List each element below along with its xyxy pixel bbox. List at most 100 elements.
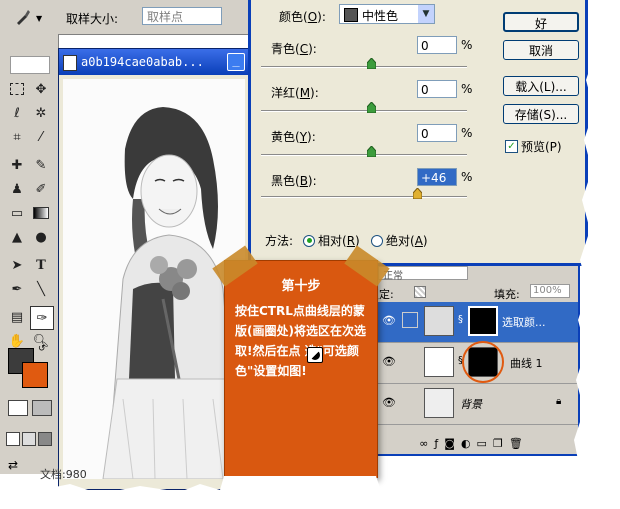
colors-label: 颜色(O): <box>279 10 326 24</box>
document-status: 文档:980 <box>40 468 87 481</box>
yellow-slider-thumb[interactable] <box>367 146 376 157</box>
layer-name: 背景 <box>460 398 482 411</box>
pen-tool-icon[interactable]: ✒ <box>6 278 28 300</box>
load-button[interactable]: 载入(L)... <box>503 76 579 96</box>
cyan-slider-track[interactable] <box>261 66 467 68</box>
eye-icon[interactable]: 👁︎ <box>382 396 396 409</box>
layer-row-curves[interactable]: 👁︎ § 曲线 1 <box>364 341 578 384</box>
new-group-icon[interactable]: ▭ <box>477 437 487 450</box>
black-percent: % <box>461 170 473 184</box>
cyan-value[interactable]: 0 <box>417 36 457 54</box>
ok-button[interactable]: 好 <box>503 12 579 32</box>
chevron-down-icon[interactable]: ▼ <box>418 5 434 23</box>
eraser-tool-icon[interactable]: ▭ <box>6 202 28 224</box>
magenta-slider-thumb[interactable] <box>367 102 376 113</box>
type-tool-icon[interactable]: T <box>30 254 52 276</box>
document-titlebar[interactable]: a0b194cae0abab... _ <box>59 49 249 75</box>
new-layer-icon[interactable]: ❐ <box>493 437 503 450</box>
method-label: 方法: <box>265 234 294 248</box>
layers-panel: 正常 锁定: 填充: 100% 👁︎ § 选取颜... 👁︎ § 曲线 1 👁︎… <box>362 264 580 456</box>
document-icon <box>63 55 77 71</box>
yellow-label: 黄色(Y): <box>271 130 316 144</box>
colors-select-value: 中性色 <box>362 9 399 23</box>
magenta-slider-track[interactable] <box>261 110 467 112</box>
black-value[interactable]: +46 <box>417 168 457 186</box>
chain-icon: § <box>458 314 463 325</box>
sample-size-select[interactable]: 取样点 <box>142 7 222 25</box>
standard-mode-icon[interactable] <box>8 400 28 416</box>
layer-name: 选取颜... <box>502 316 546 329</box>
black-slider-track[interactable] <box>261 196 467 198</box>
brush-tool-icon[interactable]: ✎ <box>30 154 52 176</box>
layer-style-icon[interactable]: ƒ <box>434 437 438 450</box>
slice-tool-icon[interactable]: ⁄ <box>30 126 52 148</box>
new-adjustment-icon[interactable]: ◐ <box>461 437 471 450</box>
fill-value[interactable]: 100% <box>530 284 570 298</box>
screen-mode-standard-icon[interactable] <box>6 432 20 446</box>
cyan-slider-thumb[interactable] <box>367 58 376 69</box>
screen-mode-full-menu-icon[interactable] <box>22 432 36 446</box>
relative-label: 相对(R) <box>318 234 360 248</box>
gradient-tool-icon[interactable] <box>30 202 52 224</box>
neutral-swatch <box>344 8 358 22</box>
layer-row-background[interactable]: 👁︎ 背景 🔒︎ <box>364 384 578 425</box>
eye-icon[interactable]: 👁︎ <box>382 314 396 327</box>
add-mask-icon[interactable]: ◙ <box>444 437 455 450</box>
magic-wand-tool-icon[interactable]: ✲ <box>30 102 52 124</box>
eyedropper-tool-icon[interactable]: ✑ <box>30 306 54 330</box>
preview-checkbox[interactable]: ✓ 预览(P) <box>505 138 562 155</box>
blur-tool-icon[interactable]: ▲ <box>6 226 28 248</box>
save-button[interactable]: 存储(S)... <box>503 104 579 124</box>
absolute-radio[interactable]: 绝对(A) <box>371 232 428 249</box>
move-tool-icon[interactable]: ✥ <box>30 78 52 100</box>
layers-footer: ∞ ƒ ◙ ◐ ▭ ❐ 🗑︎ <box>364 432 578 454</box>
options-bar: ▼ 取样大小: 取样点 <box>0 0 250 35</box>
yellow-percent: % <box>461 126 473 140</box>
radio-checked-icon <box>303 234 315 247</box>
colors-select[interactable]: 中性色 ▼ <box>339 4 435 24</box>
path-select-tool-icon[interactable]: ➤ <box>6 254 28 276</box>
annotation-body: 按住CTRL点曲线层的蒙版(画圈处)将选区在次选取!然后在点 选"可选颜色"设置… <box>235 304 366 378</box>
document-title: a0b194cae0abab... <box>81 55 204 69</box>
absolute-label: 绝对(A) <box>386 234 428 248</box>
dodge-tool-icon[interactable]: ● <box>30 226 52 248</box>
swap-colors-icon[interactable]: ↺ <box>38 344 46 354</box>
stamp-tool-icon[interactable]: ♟ <box>6 178 28 200</box>
magenta-value[interactable]: 0 <box>417 80 457 98</box>
screen-mode-full-icon[interactable] <box>38 432 52 446</box>
layer-mask-thumbnail[interactable] <box>468 306 498 336</box>
healing-brush-icon[interactable]: ✚ <box>6 154 28 176</box>
eyedropper-icon[interactable] <box>14 8 32 26</box>
yellow-value[interactable]: 0 <box>417 124 457 142</box>
black-slider-thumb[interactable] <box>413 188 422 199</box>
magenta-label: 洋红(M): <box>271 86 319 100</box>
lock-icon: 🔒︎ <box>556 396 562 407</box>
marquee-tool-icon[interactable] <box>6 78 28 100</box>
minimize-button[interactable]: _ <box>227 53 245 71</box>
sample-size-label: 取样大小: <box>66 12 119 26</box>
crop-tool-icon[interactable]: ⌗ <box>6 126 28 148</box>
lock-transparency-icon[interactable] <box>414 286 426 298</box>
relative-radio[interactable]: 相对(R) <box>303 232 360 249</box>
link-layers-icon[interactable]: ∞ <box>419 437 428 450</box>
eye-icon[interactable]: 👁︎ <box>382 355 396 368</box>
delete-layer-icon[interactable]: 🗑︎ <box>509 437 523 450</box>
black-label: 黑色(B): <box>271 174 317 188</box>
line-tool-icon[interactable]: ╲ <box>30 278 52 300</box>
brush-indicator-icon <box>402 312 418 328</box>
notes-tool-icon[interactable]: ▤ <box>6 306 28 328</box>
history-brush-icon[interactable]: ✐ <box>30 178 52 200</box>
background-color-swatch[interactable] <box>22 362 48 388</box>
magenta-percent: % <box>461 82 473 96</box>
cancel-button[interactable]: 取消 <box>503 40 579 60</box>
blend-mode-select[interactable]: 正常 <box>378 266 468 282</box>
lasso-tool-icon[interactable]: ℓ <box>6 102 28 124</box>
jump-to-imageready-icon[interactable]: ⇄ <box>8 458 18 472</box>
cyan-label: 青色(C): <box>271 42 317 56</box>
sketch-photo-canvas[interactable] <box>63 79 245 479</box>
tool-preset-dropdown[interactable]: ▼ <box>36 14 42 23</box>
yellow-slider-track[interactable] <box>261 154 467 156</box>
layer-row-selective-color[interactable]: 👁︎ § 选取颜... <box>364 302 578 343</box>
adjustment-thumbnail <box>424 306 454 336</box>
quick-mask-icon[interactable] <box>32 400 52 416</box>
